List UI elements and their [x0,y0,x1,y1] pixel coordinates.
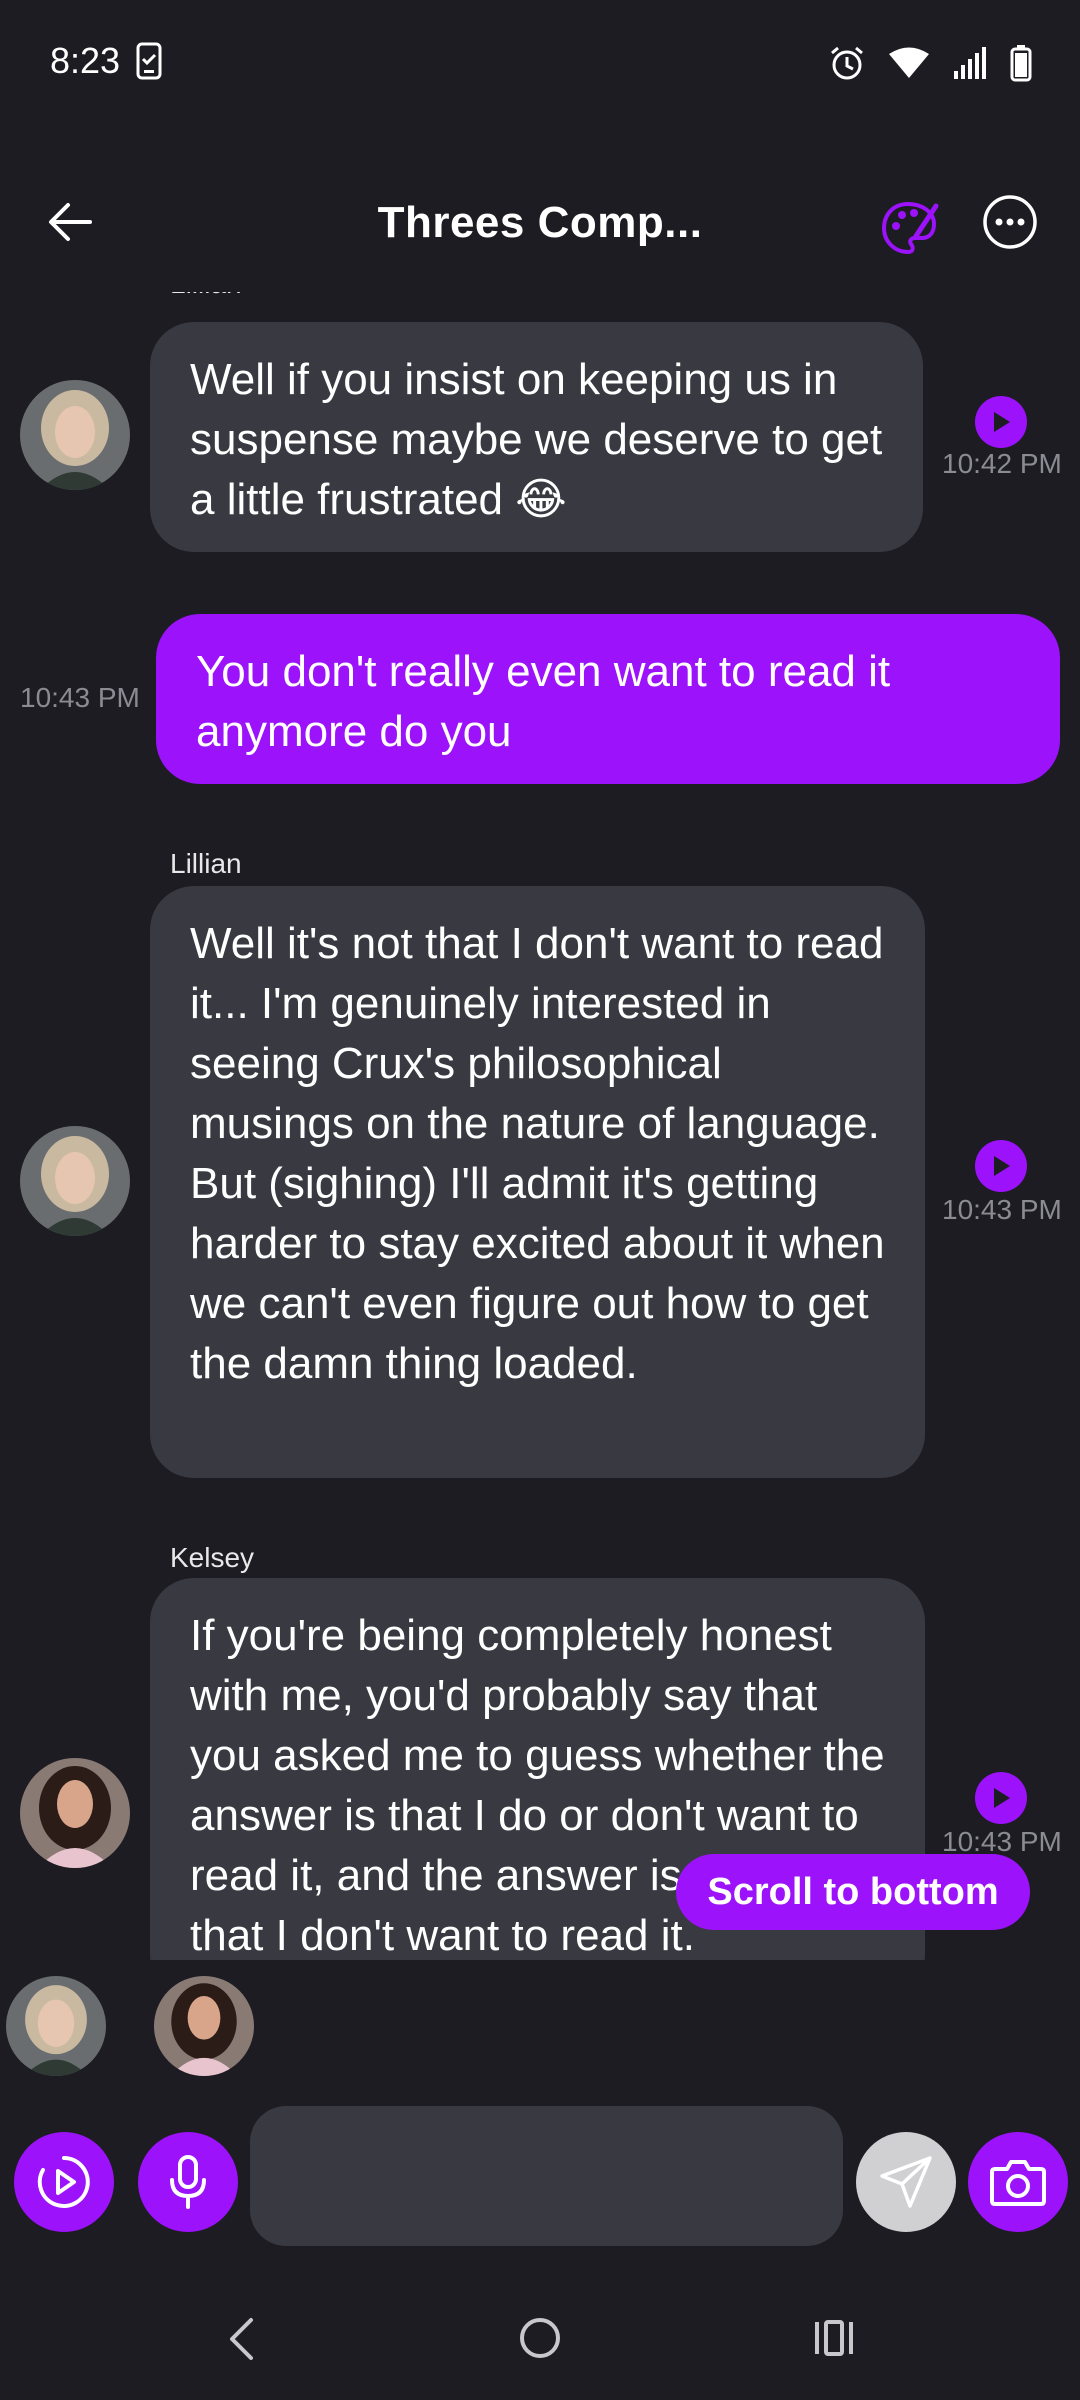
participant-avatar-lillian[interactable] [6,1976,106,2076]
chat-header: Threes Comp... [0,170,1080,280]
battery-icon [1010,44,1032,87]
more-horizontal-icon [983,195,1037,249]
task-icon [136,42,162,85]
message-composer [0,2100,1080,2260]
message-timestamp: 10:43 PM [942,1194,1062,1225]
palette-icon [881,201,939,255]
message-list[interactable]: Lillian Well if you insist on keeping us… [0,292,1080,1960]
chevron-left-icon [230,2318,253,2360]
message-bubble[interactable]: Well it's not that I don't want to read … [150,886,925,1478]
system-nav-bar [0,2280,1080,2400]
sender-name: Kelsey [170,1542,255,1573]
voice-message-button[interactable] [138,2132,238,2232]
play-audio-button[interactable] [975,1772,1027,1824]
play-icon [994,412,1010,432]
home-circle-icon [520,2318,560,2358]
recents-icon [815,2320,853,2356]
more-options-button[interactable] [982,194,1038,250]
microphone-icon [170,2155,206,2209]
scroll-to-bottom-button[interactable]: Scroll to bottom [676,1854,1030,1930]
send-button[interactable] [856,2132,956,2232]
message-timestamp: 10:43 PM [20,682,140,713]
play-icon [994,1156,1010,1176]
camera-button[interactable] [968,2132,1068,2232]
message-text: You don't really even want to read it an… [196,647,891,756]
status-time: 8:23 [50,40,121,81]
message-text: Well if you insist on keeping us in susp… [190,355,883,524]
message-text: Well it's not that I don't want to read … [190,919,885,1388]
sender-name: Lillian [170,848,242,879]
play-audio-button[interactable] [975,1140,1027,1192]
play-circle-icon [37,2156,90,2208]
camera-icon [990,2160,1046,2206]
play-icon [994,1788,1010,1808]
message-bubble[interactable]: Well if you insist on keeping us in susp… [150,322,923,552]
message-timestamp: 10:42 PM [942,448,1062,479]
video-message-button[interactable] [14,2132,114,2232]
play-audio-button[interactable] [975,396,1027,448]
alarm-icon [828,44,866,87]
avatar[interactable] [20,1758,130,1868]
message-bubble-mine[interactable]: You don't really even want to read it an… [156,614,1060,784]
participant-row [0,1976,1080,2086]
nav-recents-button[interactable] [812,2318,856,2363]
wifi-icon [888,47,930,84]
sender-name: Lillian [170,292,242,300]
nav-back-button[interactable] [226,2316,256,2367]
avatar[interactable] [20,1126,130,1236]
theme-button[interactable] [880,198,940,258]
avatar[interactable] [20,380,130,490]
status-icons [828,44,1032,87]
send-icon [880,2156,932,2208]
message-input[interactable] [250,2106,843,2246]
status-bar: 8:23 [0,0,1080,120]
nav-home-button[interactable] [518,2316,562,2365]
signal-icon [952,45,988,86]
participant-avatar-kelsey[interactable] [154,1976,254,2076]
